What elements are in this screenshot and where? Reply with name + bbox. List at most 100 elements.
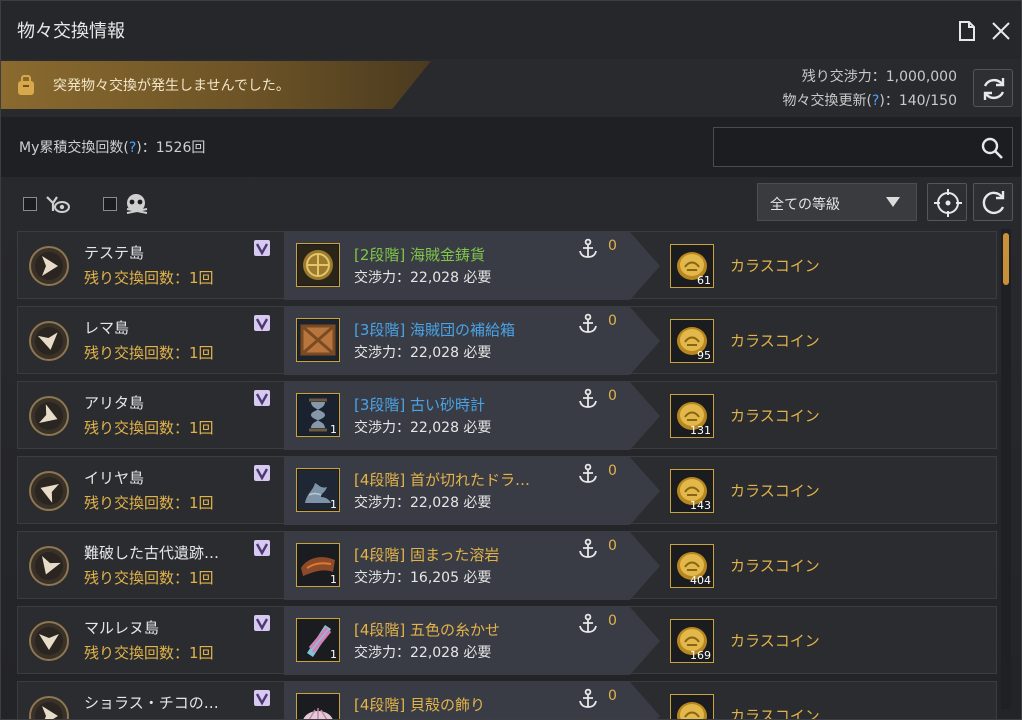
barter-row-5[interactable]: 難破した古代遺跡… 残り交換回数：1回 1 [4段階] 固まった溶岩 交渉力：1… <box>17 531 997 600</box>
reward-quantity: 95 <box>697 349 711 362</box>
anchor-icon <box>579 238 597 258</box>
bag-icon <box>18 75 34 95</box>
anchor-icon <box>579 688 597 708</box>
banner-message: 突発物々交換が発生しませんでした。 <box>53 78 290 94</box>
item-quantity: 1 <box>330 498 337 511</box>
anchor-count: 0 <box>608 688 617 704</box>
required-power: 交渉力：22,028 必要 <box>354 495 492 511</box>
island-name: テステ島 <box>84 244 145 262</box>
reward-item-slot[interactable]: 131 <box>670 394 714 438</box>
island-name: マルレヌ島 <box>84 619 160 637</box>
anchor-count: 0 <box>608 238 617 254</box>
item-quantity: 1 <box>330 423 337 436</box>
remaining-trades: 残り交換回数：1回 <box>84 569 214 587</box>
trade-item-slot[interactable] <box>296 693 340 719</box>
reward-item-name: カラスコイン <box>730 407 820 425</box>
anchor-icon <box>579 463 597 483</box>
reward-item-slot[interactable]: 143 <box>670 469 714 513</box>
reward-quantity: 404 <box>690 574 711 587</box>
island-name: アリタ島 <box>84 394 145 412</box>
reward-item-slot[interactable]: 95 <box>670 319 714 363</box>
barter-row-1[interactable]: テステ島 残り交換回数：1回 [2段階] 海賊金鋳貨 交渉力：22,028 必要… <box>17 231 997 300</box>
barter-row-7[interactable]: ショラス・チコの… [4段階] 貝殻の飾り 0 カラスコイン <box>17 681 997 720</box>
trade-panel <box>284 457 660 525</box>
compass-direction-icon[interactable] <box>28 320 70 362</box>
scrollbar-thumb[interactable] <box>1003 233 1009 285</box>
trade-item-slot[interactable] <box>296 318 340 362</box>
trade-item-slot[interactable]: 1 <box>296 468 340 512</box>
compass-direction-icon[interactable] <box>28 545 70 587</box>
window-title: 物々交換情報 <box>17 21 125 42</box>
reward-item-name: カラスコイン <box>730 332 820 350</box>
reward-item-slot[interactable]: 169 <box>670 619 714 663</box>
trade-item-name: [4段階] 貝殻の飾り <box>354 696 486 714</box>
anchor-icon <box>579 388 597 408</box>
trade-item-slot[interactable]: 1 <box>296 393 340 437</box>
verified-badge-icon[interactable] <box>254 540 270 556</box>
refresh-icon <box>982 191 1005 215</box>
crow-coin-icon <box>677 702 707 719</box>
remaining-power-label: 残り交渉力： <box>801 69 886 85</box>
reward-item-slot[interactable] <box>670 694 714 719</box>
reward-item-slot[interactable]: 404 <box>670 544 714 588</box>
island-name: 難破した古代遺跡… <box>84 544 220 562</box>
trade-panel <box>284 607 660 675</box>
reward-quantity: 169 <box>690 649 711 662</box>
scrollbar-track[interactable] <box>1001 229 1011 709</box>
anchor-count: 0 <box>608 388 617 404</box>
verified-badge-icon[interactable] <box>254 690 270 706</box>
verified-badge-icon[interactable] <box>254 315 270 331</box>
verified-badge-icon[interactable] <box>254 615 270 631</box>
trade-panel <box>284 532 660 600</box>
reward-item-name: カラスコイン <box>730 257 820 275</box>
trade-item-slot[interactable]: 1 <box>296 543 340 587</box>
compass-direction-icon[interactable] <box>28 245 70 287</box>
verified-badge-icon[interactable] <box>254 390 270 406</box>
refresh-label-suffix: )： <box>879 93 899 109</box>
remaining-power-value: 1,000,000 <box>885 69 957 85</box>
compass-direction-icon[interactable] <box>28 620 70 662</box>
refresh-value: 140/150 <box>898 93 957 109</box>
barter-row-2[interactable]: レマ島 残り交換回数：1回 [3段階] 海賊団の補給箱 交渉力：22,028 必… <box>17 306 997 375</box>
anchor-count: 0 <box>608 313 617 329</box>
gold-coin-icon <box>298 245 338 285</box>
anchor-icon <box>579 538 597 558</box>
pirate-filter-icon <box>126 194 148 214</box>
trade-item-slot[interactable] <box>296 243 340 287</box>
barter-info-window: 物々交換情報 突発物々交換が発生しませんでした。 残り交渉力：1,000,000… <box>0 0 1022 720</box>
reward-quantity: 61 <box>697 274 711 287</box>
document-icon[interactable] <box>955 19 979 43</box>
anchor-count: 0 <box>608 538 617 554</box>
verified-badge-icon[interactable] <box>254 240 270 256</box>
reward-item-name: カラスコイン <box>730 632 820 650</box>
trade-item-name: [3段階] 海賊団の補給箱 <box>354 321 516 339</box>
reward-item-name: カラスコイン <box>730 557 820 575</box>
trade-item-slot[interactable]: 1 <box>296 618 340 662</box>
remaining-trades: 残り交換回数：1回 <box>84 419 214 437</box>
search-icon[interactable] <box>979 135 1005 161</box>
list-refresh-button[interactable] <box>973 183 1013 221</box>
filter-checkbox-pirate[interactable] <box>103 197 117 211</box>
barter-refresh-button[interactable] <box>973 69 1013 107</box>
trade-panel <box>284 232 660 300</box>
reward-item-slot[interactable]: 61 <box>670 244 714 288</box>
refresh-label: 物々交換更新( <box>782 93 872 109</box>
barter-row-3[interactable]: アリタ島 残り交換回数：1回 1 [3段階] 古い砂時計 交渉力：22,028 … <box>17 381 997 450</box>
barter-row-6[interactable]: マルレヌ島 残り交換回数：1回 1 [4段階] 五色の糸かせ 交渉力：22,02… <box>17 606 997 675</box>
filter-checkbox-visibility[interactable] <box>23 197 37 211</box>
barter-row-4[interactable]: イリヤ島 残り交換回数：1回 1 [4段階] 首が切れたドラ… 交渉力：22,0… <box>17 456 997 525</box>
compass-direction-icon[interactable] <box>28 695 70 720</box>
trade-panel <box>284 382 660 450</box>
compass-direction-icon[interactable] <box>28 395 70 437</box>
crosshair-icon <box>934 189 962 217</box>
compass-direction-icon[interactable] <box>28 470 70 512</box>
remaining-trades: 残り交換回数：1回 <box>84 644 214 662</box>
close-icon[interactable] <box>989 19 1013 43</box>
required-power: 交渉力：16,205 必要 <box>354 570 492 586</box>
remaining-trades: 残り交換回数：1回 <box>84 494 214 512</box>
search-input[interactable] <box>713 127 1013 167</box>
anchor-icon <box>579 313 597 333</box>
verified-badge-icon[interactable] <box>254 465 270 481</box>
locate-button[interactable] <box>927 183 967 221</box>
barter-stats: 残り交渉力：1,000,000 物々交換更新(?)：140/150 <box>782 65 957 113</box>
